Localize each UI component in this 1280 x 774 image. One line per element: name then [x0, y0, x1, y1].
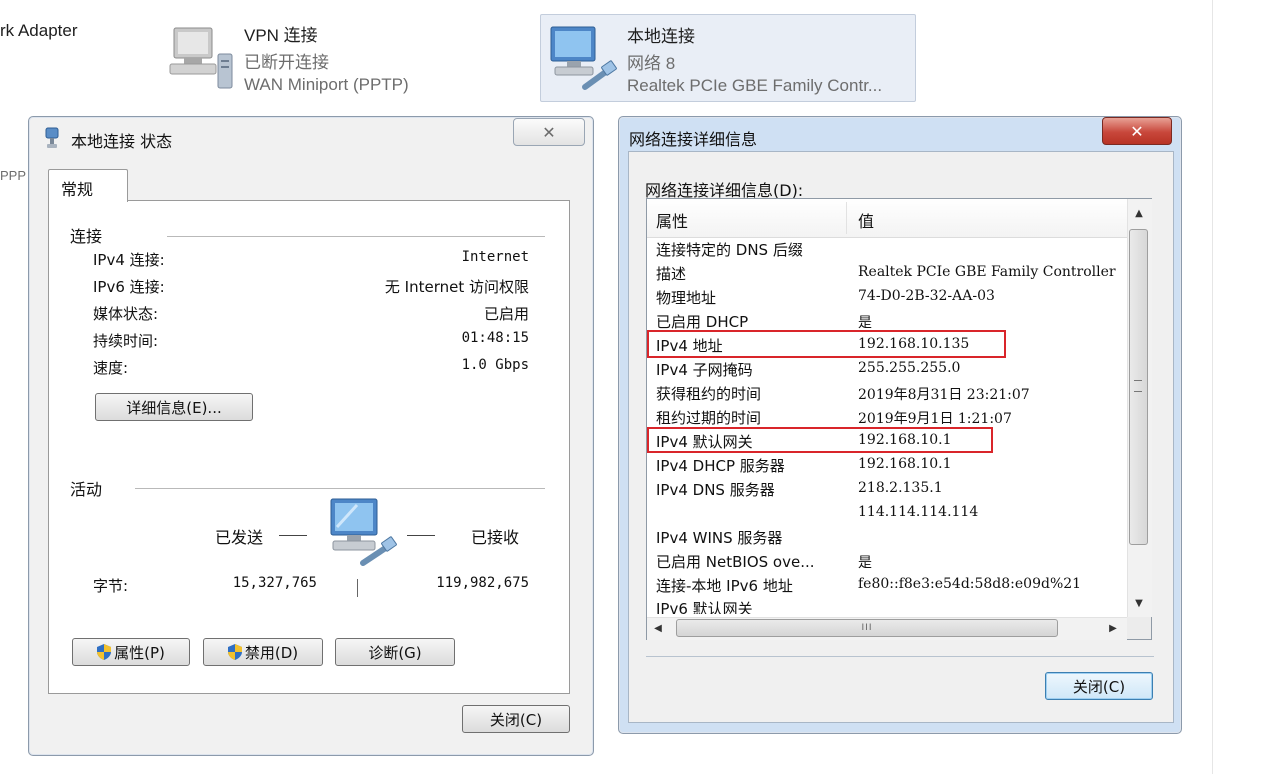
scroll-down-arrow-icon[interactable]: ▼: [1127, 590, 1151, 616]
details-divider: [646, 656, 1154, 657]
sent-dash: [279, 535, 307, 536]
vpn-title: VPN 连接: [244, 26, 318, 45]
detail-label-dhcp-server: IPv4 DHCP 服务器: [656, 457, 785, 475]
window-edge: [1212, 0, 1213, 774]
ipv4-label: IPv4 连接:: [93, 251, 165, 269]
detail-value-lease-expires: 2019年9月1日 1:21:07: [858, 411, 1012, 427]
detail-value-link-local-ipv6: fe80::f8e3:e54d:58d8:e09d%21: [858, 576, 1082, 592]
duration-label: 持续时间:: [93, 332, 159, 350]
sent-label: 已发送: [215, 528, 264, 547]
scroll-up-arrow-icon[interactable]: ▲: [1127, 200, 1151, 226]
received-dash: [407, 535, 435, 536]
connection-divider: [167, 236, 545, 237]
scroll-left-arrow-icon[interactable]: ◀: [647, 618, 669, 638]
local-title: 本地连接: [627, 27, 695, 46]
hscroll-grip-label: III: [861, 623, 873, 633]
detail-value-dns-server: 218.2.135.1: [858, 480, 943, 496]
section-activity: 活动: [70, 480, 103, 499]
details-button[interactable]: 详细信息(E)...: [95, 393, 253, 421]
close-icon: ✕: [542, 122, 556, 142]
detail-value-dhcp-enabled: 是: [858, 315, 872, 331]
section-connection: 连接: [70, 227, 103, 246]
disable-button[interactable]: 禁用(D): [203, 638, 323, 666]
tab-general-label: 常规: [61, 180, 94, 199]
properties-button[interactable]: 属性(P): [72, 638, 190, 666]
scroll-corner: [1127, 617, 1151, 639]
highlight-default-gateway: [647, 427, 993, 453]
highlight-ipv4-address: [647, 330, 1006, 358]
detail-value-description: Realtek PCIe GBE Family Controller: [858, 264, 1116, 280]
vpn-device: WAN Miniport (PPTP): [244, 75, 409, 94]
details-close-button[interactable]: 关闭(C): [1045, 672, 1153, 700]
ipv4-value: Internet: [461, 249, 529, 265]
detail-value-dns-server-2: 114.114.114.114: [858, 504, 979, 520]
detail-label-dns-suffix: 连接特定的 DNS 后缀: [656, 241, 803, 259]
activity-divider: [135, 488, 545, 489]
scroll-grip-icon: [1134, 380, 1142, 392]
status-close-x-button[interactable]: ✕: [513, 118, 585, 146]
status-dialog-title: 本地连接 状态: [71, 132, 173, 151]
detail-label-netbios: 已启用 NetBIOS ove...: [656, 553, 815, 571]
detail-label-dhcp-enabled: 已启用 DHCP: [656, 313, 749, 331]
detail-label-mac: 物理地址: [656, 289, 717, 307]
horizontal-scroll-thumb[interactable]: III: [676, 619, 1058, 637]
local-status: 网络 8: [627, 54, 676, 73]
bytes-label: 字节:: [93, 577, 129, 595]
detail-value-subnet-mask: 255.255.255.0: [858, 360, 961, 376]
column-header-property[interactable]: 属性: [656, 208, 688, 232]
duration-value: 01:48:15: [461, 330, 529, 346]
local-connection-tile[interactable]: 本地连接 网络 8 Realtek PCIe GBE Family Contr.…: [540, 14, 916, 102]
detail-value-dhcp-server: 192.168.10.1: [858, 456, 952, 472]
tab-general[interactable]: 常规: [48, 169, 128, 202]
activity-computer-icon: [327, 497, 401, 569]
adapter-fragment-2: PPP: [0, 168, 27, 183]
shield-icon: [227, 644, 242, 660]
detail-label-ipv6-gateway: IPv6 默认网关: [656, 600, 753, 614]
tab-panel: 连接 IPv4 连接: Internet IPv6 连接: 无 Internet…: [48, 200, 570, 694]
status-dialog: 本地连接 状态 ✕ 常规 连接 IPv4 连接: Internet IPv6 连…: [28, 116, 594, 756]
local-network-icon: [545, 21, 621, 97]
column-header-value[interactable]: 值: [858, 208, 874, 232]
details-dialog-title: 网络连接详细信息: [629, 130, 758, 149]
detail-label-dns-server: IPv4 DNS 服务器: [656, 481, 775, 499]
detail-label-description: 描述: [656, 265, 687, 283]
bytes-received-value: 119,982,675: [436, 575, 529, 591]
detail-label-subnet-mask: IPv4 子网掩码: [656, 361, 753, 379]
bytes-divider: [357, 579, 358, 597]
speed-value: 1.0 Gbps: [461, 357, 529, 373]
adapter-name-fragment: rk Adapter: [0, 21, 78, 40]
network-status-icon: [43, 127, 61, 149]
properties-button-label: 属性(P): [114, 643, 165, 662]
detail-label-link-local-ipv6: 连接-本地 IPv6 地址: [656, 577, 793, 595]
disable-button-label: 禁用(D): [244, 643, 299, 662]
media-state-value: 已启用: [483, 305, 529, 323]
column-divider[interactable]: [846, 202, 847, 234]
ipv6-label: IPv6 连接:: [93, 278, 165, 296]
vpn-connection-tile[interactable]: VPN 连接 已断开连接 WAN Miniport (PPTP): [162, 18, 452, 100]
detail-value-mac: 74-D0-2B-32-AA-03: [858, 288, 995, 304]
shield-icon: [97, 644, 112, 660]
detail-value-netbios: 是: [858, 555, 872, 571]
received-label: 已接收: [471, 528, 520, 547]
details-list-header: [647, 199, 1127, 238]
local-device: Realtek PCIe GBE Family Contr...: [627, 76, 883, 95]
detail-label-wins-server: IPv4 WINS 服务器: [656, 529, 783, 547]
details-close-x-button[interactable]: ✕: [1102, 117, 1172, 145]
vpn-network-icon: [166, 24, 238, 96]
scroll-right-arrow-icon[interactable]: ▶: [1102, 618, 1124, 638]
diagnose-button[interactable]: 诊断(G): [335, 638, 455, 666]
detail-label-lease-obtained: 获得租约的时间: [656, 385, 762, 403]
bytes-sent-value: 15,327,765: [232, 575, 317, 591]
media-state-label: 媒体状态:: [93, 305, 159, 323]
detail-value-lease-obtained: 2019年8月31日 23:21:07: [858, 387, 1030, 403]
detail-label-lease-expires: 租约过期的时间: [656, 409, 762, 427]
ipv6-value: 无 Internet 访问权限: [384, 278, 529, 296]
status-close-button[interactable]: 关闭(C): [462, 705, 570, 733]
speed-label: 速度:: [93, 359, 129, 377]
close-icon: ✕: [1130, 121, 1144, 141]
vpn-status: 已断开连接: [244, 53, 329, 72]
